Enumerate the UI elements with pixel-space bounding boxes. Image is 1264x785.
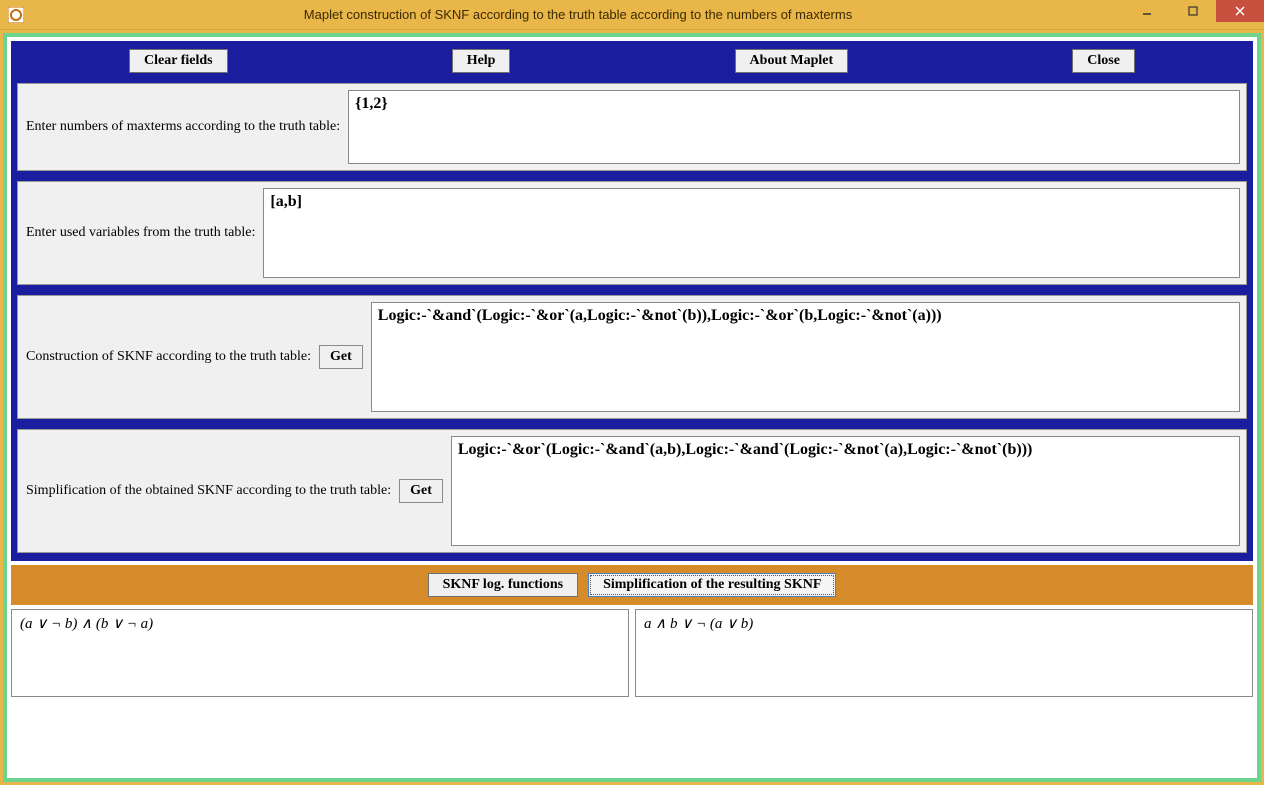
close-button[interactable]: Close — [1072, 49, 1135, 73]
simplification-label: Simplification of the obtained SKNF acco… — [24, 483, 391, 499]
window-buttons — [1124, 0, 1264, 29]
result-row: (a ∨ ¬ b) ∧ (b ∨ ¬ a) a ∧ b ∨ ¬ (a ∨ b) — [11, 609, 1253, 697]
outer-frame: Clear fields Help About Maplet Close Ent… — [3, 33, 1261, 782]
help-button[interactable]: Help — [452, 49, 511, 73]
minimize-button[interactable] — [1124, 0, 1170, 22]
sknf-log-functions-button[interactable]: SKNF log. functions — [428, 573, 578, 597]
variables-input[interactable] — [263, 188, 1240, 278]
main-panel: Clear fields Help About Maplet Close Ent… — [11, 41, 1253, 561]
variables-section: Enter used variables from the truth tabl… — [17, 181, 1247, 285]
maximize-button[interactable] — [1170, 0, 1216, 22]
about-maplet-button[interactable]: About Maplet — [735, 49, 849, 73]
client-area: Clear fields Help About Maplet Close Ent… — [0, 30, 1264, 785]
simplification-section: Simplification of the obtained SKNF acco… — [17, 429, 1247, 553]
window-title: Maplet construction of SKNF according to… — [32, 7, 1124, 22]
variables-label: Enter used variables from the truth tabl… — [24, 225, 255, 241]
maxterms-input[interactable] — [348, 90, 1240, 164]
app-icon — [8, 7, 24, 23]
toolbar-row: Clear fields Help About Maplet Close — [17, 47, 1247, 83]
maxterms-label: Enter numbers of maxterms according to t… — [24, 119, 340, 135]
construction-get-button[interactable]: Get — [319, 345, 363, 369]
clear-fields-button[interactable]: Clear fields — [129, 49, 228, 73]
simplification-get-button[interactable]: Get — [399, 479, 443, 503]
simplification-result-button[interactable]: Simplification of the resulting SKNF — [588, 573, 836, 597]
construction-label: Construction of SKNF according to the tr… — [24, 349, 311, 365]
result-right[interactable]: a ∧ b ∨ ¬ (a ∨ b) — [635, 609, 1253, 697]
maxterms-section: Enter numbers of maxterms according to t… — [17, 83, 1247, 171]
bottom-button-panel: SKNF log. functions Simplification of th… — [11, 565, 1253, 605]
construction-output[interactable] — [371, 302, 1240, 412]
window-titlebar: Maplet construction of SKNF according to… — [0, 0, 1264, 30]
simplification-output[interactable] — [451, 436, 1240, 546]
result-left[interactable]: (a ∨ ¬ b) ∧ (b ∨ ¬ a) — [11, 609, 629, 697]
construction-section: Construction of SKNF according to the tr… — [17, 295, 1247, 419]
close-window-button[interactable] — [1216, 0, 1264, 22]
